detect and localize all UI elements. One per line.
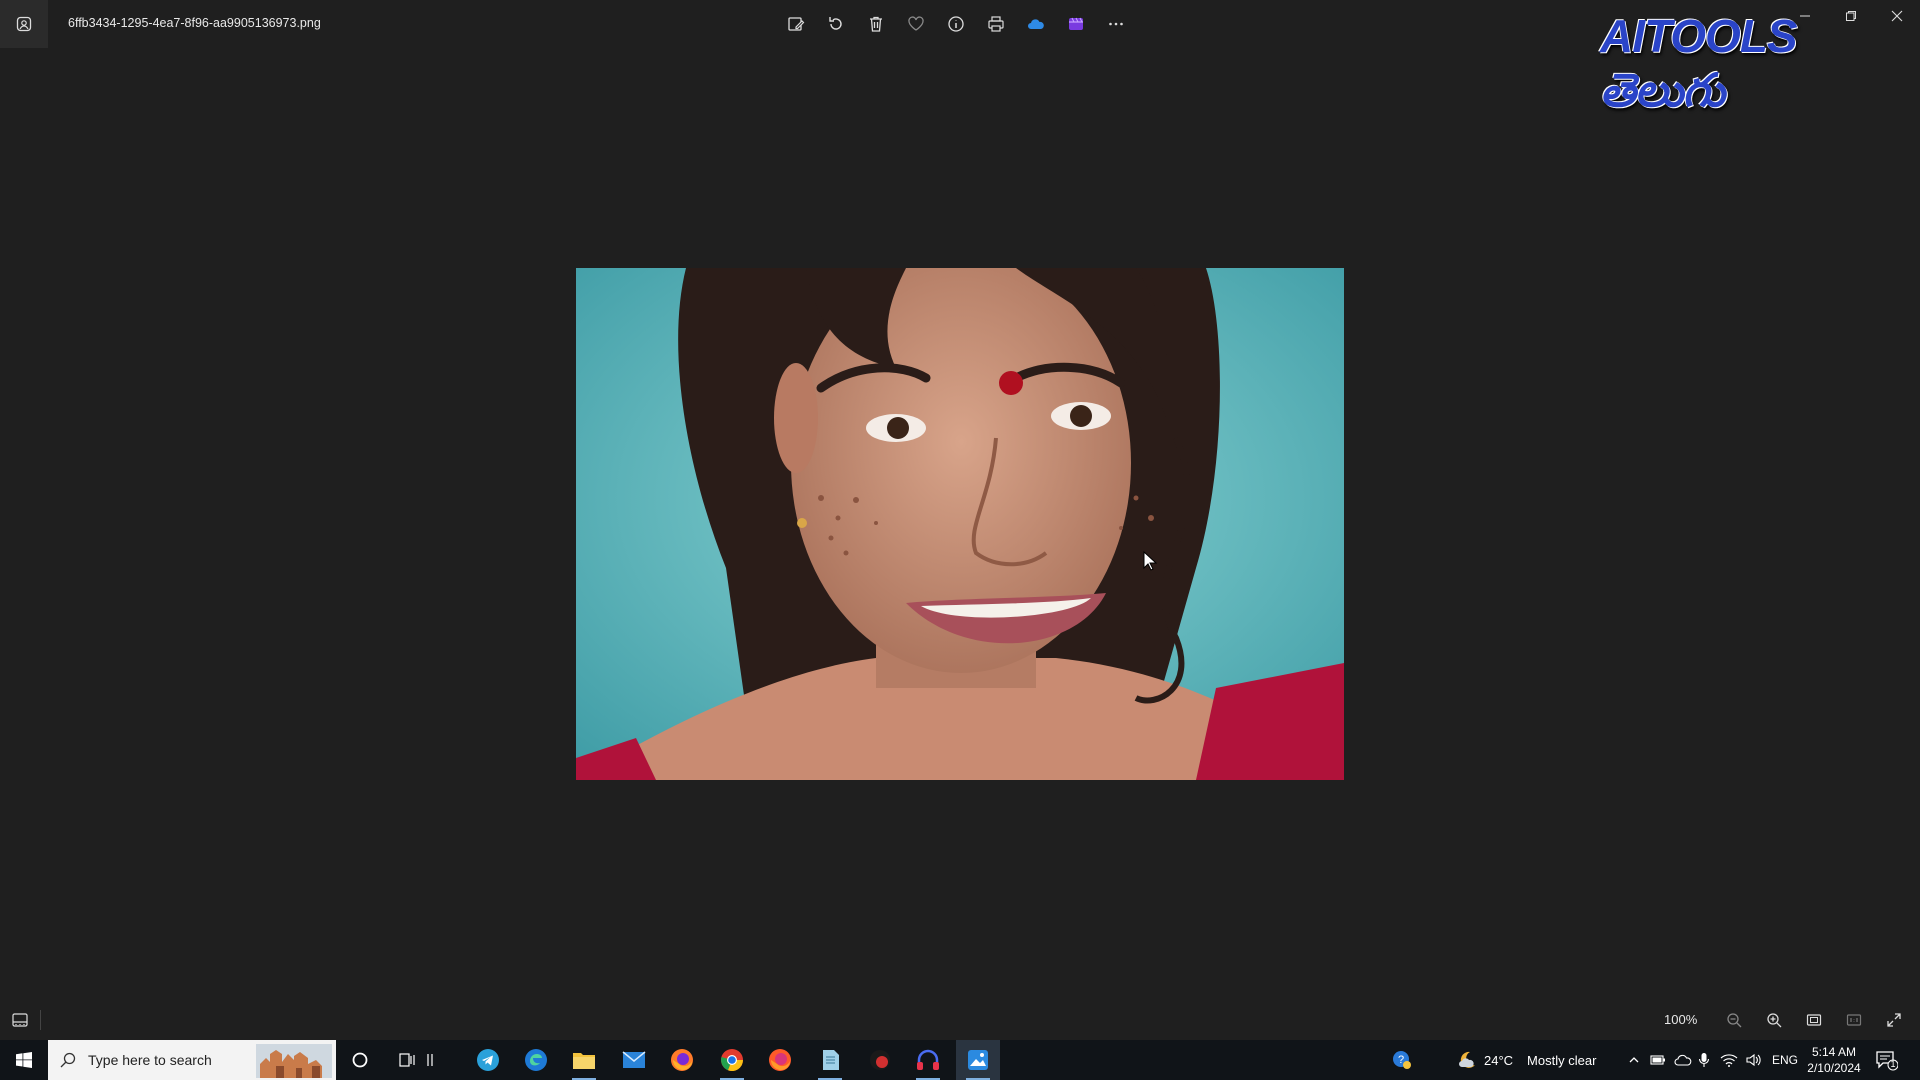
clock-date: 2/10/2024 — [1807, 1061, 1861, 1075]
chevron-up-icon[interactable] — [1628, 1054, 1640, 1066]
watermark-logo: AITOOLS తెలుగు — [1600, 10, 1900, 116]
firefox-icon[interactable] — [660, 1040, 704, 1080]
onedrive-icon[interactable] — [1020, 8, 1052, 40]
windows-taskbar: Type here to search ? 24°C Mostly clear … — [0, 1040, 1920, 1080]
photos-app-icon[interactable] — [0, 0, 48, 48]
cortana-icon[interactable] — [338, 1040, 382, 1080]
headphones-icon[interactable] — [906, 1040, 950, 1080]
weather-condition: Mostly clear — [1527, 1052, 1597, 1068]
zoom-level[interactable]: 100% — [1664, 1012, 1697, 1027]
firefox-dev-icon[interactable] — [758, 1040, 802, 1080]
info-icon[interactable] — [940, 8, 972, 40]
watermark-text: AITOOLS తెలుగు — [1600, 10, 1798, 116]
notepad-icon[interactable] — [808, 1040, 852, 1080]
zoom-in-icon[interactable] — [1758, 1004, 1790, 1036]
volume-icon[interactable] — [1745, 1052, 1763, 1068]
language-indicator[interactable]: ENG — [1772, 1053, 1798, 1067]
wifi-icon[interactable] — [1720, 1052, 1738, 1068]
notification-count: 1 — [1890, 1059, 1896, 1069]
viewer-bottom-bar: 100% — [0, 1000, 1920, 1040]
battery-icon[interactable] — [1650, 1053, 1666, 1067]
clipchamp-icon[interactable] — [1060, 8, 1092, 40]
delete-icon[interactable] — [860, 8, 892, 40]
more-icon[interactable] — [1100, 8, 1132, 40]
print-icon[interactable] — [980, 8, 1012, 40]
zoom-out-icon[interactable] — [1718, 1004, 1750, 1036]
edge-icon[interactable] — [514, 1040, 558, 1080]
zoom-tools — [1718, 1004, 1910, 1036]
telegram-icon[interactable] — [466, 1040, 510, 1080]
divider — [40, 1010, 41, 1030]
notification-center-icon[interactable]: 1 — [1874, 1048, 1899, 1072]
favorite-icon[interactable] — [900, 8, 932, 40]
fullscreen-icon[interactable] — [1878, 1004, 1910, 1036]
edit-image-icon[interactable] — [780, 8, 812, 40]
actual-size-icon[interactable] — [1838, 1004, 1870, 1036]
widgets-icon[interactable] — [422, 1040, 438, 1080]
windows-start-icon[interactable] — [0, 1040, 48, 1080]
displayed-photo[interactable] — [576, 268, 1344, 780]
chrome-icon[interactable] — [710, 1040, 754, 1080]
image-toolbar — [780, 8, 1132, 40]
taskbar-search-box[interactable]: Type here to search — [48, 1040, 336, 1080]
onedrive-tray-icon[interactable] — [1674, 1053, 1692, 1067]
mouse-cursor-icon — [1143, 551, 1157, 571]
file-name: 6ffb3434-1295-4ea7-8f96-aa9905136973.png — [68, 16, 321, 30]
weather-temp: 24°C — [1484, 1052, 1514, 1068]
help-icon[interactable]: ? — [1380, 1040, 1424, 1080]
filmstrip-icon[interactable] — [6, 1008, 34, 1032]
search-icon — [60, 1052, 76, 1068]
rotate-icon[interactable] — [820, 8, 852, 40]
search-placeholder: Type here to search — [88, 1052, 212, 1068]
microphone-icon[interactable] — [1698, 1052, 1710, 1068]
fit-icon[interactable] — [1798, 1004, 1830, 1036]
photos-taskbar-icon[interactable] — [956, 1040, 1000, 1080]
moon-cloud-icon — [1459, 1051, 1475, 1068]
clock-time: 5:14 AM — [1811, 1045, 1857, 1059]
mail-icon[interactable] — [612, 1040, 656, 1080]
file-explorer-icon[interactable] — [562, 1040, 606, 1080]
search-highlight-image — [256, 1044, 332, 1078]
taskbar-clock[interactable]: 5:14 AM 2/10/2024 — [1806, 1044, 1862, 1076]
weather-widget[interactable]: 24°C Mostly clear — [1456, 1040, 1596, 1080]
app-red-icon[interactable] — [858, 1040, 902, 1080]
